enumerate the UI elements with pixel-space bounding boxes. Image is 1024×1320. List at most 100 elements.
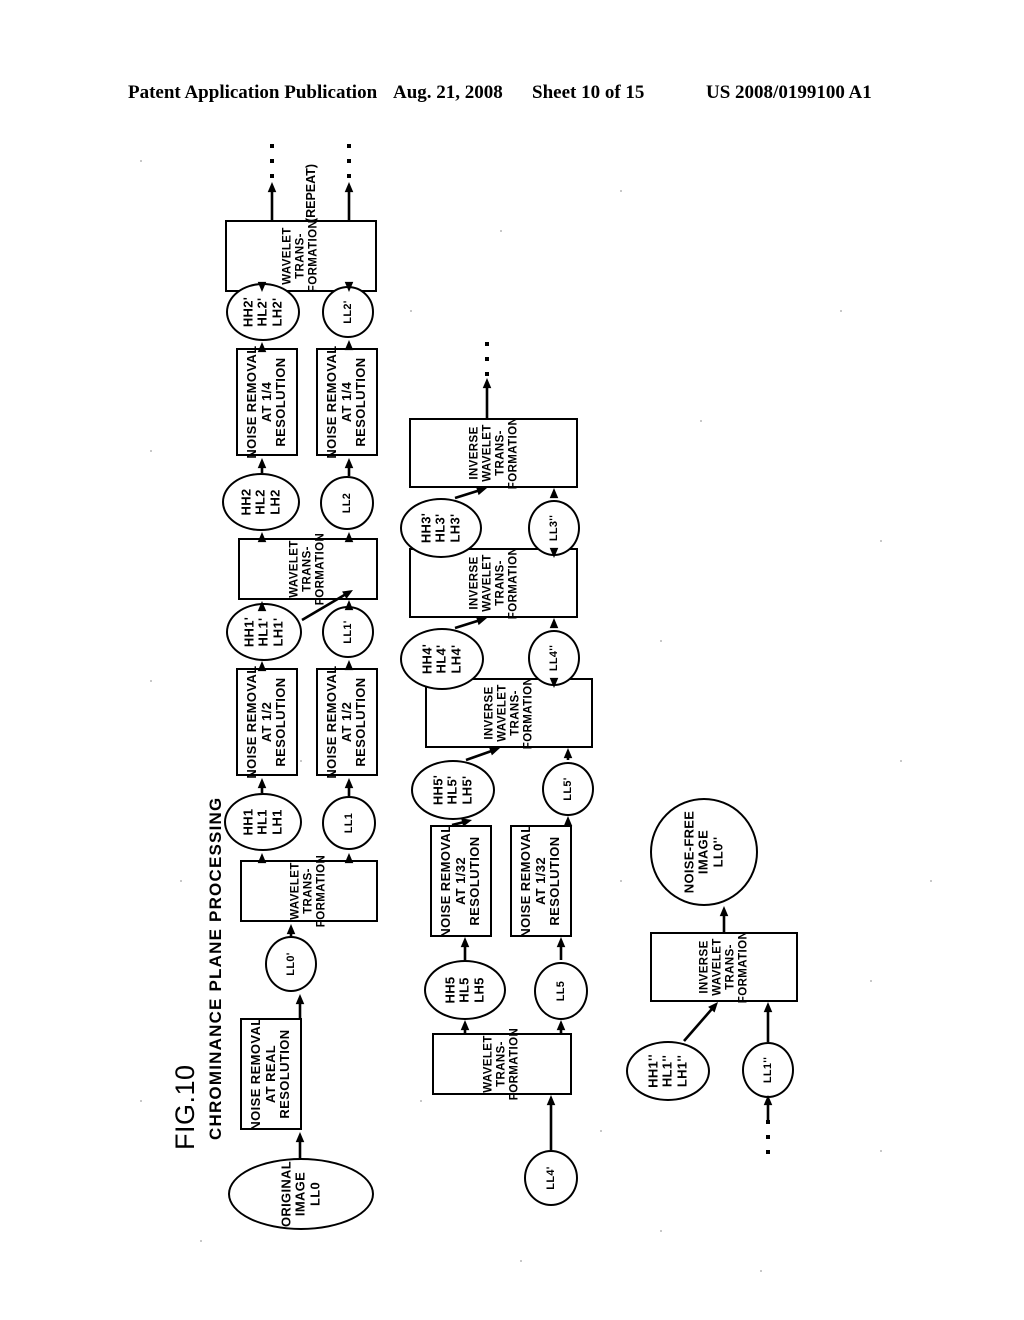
process-box-label: INVERSE WAVELET TRANS- FORMATION — [698, 930, 749, 1004]
flow-arrow-34 — [716, 898, 732, 940]
scan-speckle — [870, 980, 872, 982]
continuation-dots-top-right — [347, 144, 351, 178]
data-node-n-hh1pp: HH1'' HL1'' LH1'' — [626, 1041, 710, 1101]
diagonal-flow-arrow-3 — [458, 740, 508, 768]
process-box-label: NOISE REMOVAL AT 1/4 RESOLUTION — [324, 345, 369, 459]
data-node-label: LL2' — [341, 300, 354, 324]
data-node-label: HH3' HL3' LH3' — [418, 512, 463, 544]
scan-speckle — [150, 450, 152, 452]
scan-speckle — [760, 1270, 762, 1272]
process-box-label: NOISE REMOVAL AT 1/32 RESOLUTION — [518, 824, 563, 938]
patent-figure: FIG.10 CHROMINANCE PLANE PROCESSING WAVE… — [0, 120, 1024, 1320]
scan-speckle — [600, 1130, 602, 1132]
data-node-n-free: NOISE-FREE IMAGE LL0'' — [650, 798, 758, 906]
data-node-label: HH1'' HL1'' LH1'' — [645, 1054, 690, 1088]
scan-speckle — [180, 880, 182, 882]
flow-arrow-3 — [254, 845, 270, 868]
flow-arrow-19 — [264, 174, 280, 228]
flow-arrow-32 — [457, 929, 473, 968]
flow-arrow-27 — [560, 808, 576, 833]
scan-speckle — [420, 1100, 422, 1102]
flow-arrow-8 — [341, 652, 357, 676]
flow-arrow-4 — [341, 845, 357, 868]
flow-arrow-6 — [341, 770, 357, 804]
scan-speckle — [500, 230, 502, 232]
scan-speckle — [900, 760, 902, 762]
data-node-n-hh3p: HH3' HL3' LH3' — [400, 498, 482, 558]
scan-speckle — [880, 540, 882, 542]
process-box-iwt-last: INVERSE WAVELET TRANS- FORMATION — [650, 930, 798, 1004]
data-node-n-hh5: HH5 HL5 LH5 — [424, 960, 506, 1020]
process-box-iwt-3: INVERSE WAVELET TRANS- FORMATION — [409, 416, 578, 490]
process-box-nr-q-a: NOISE REMOVAL AT 1/4 RESOLUTION — [236, 345, 298, 459]
data-node-label: LL1'' — [761, 1056, 774, 1084]
process-box-label: INVERSE WAVELET TRANS- FORMATION — [483, 676, 534, 750]
flow-arrow-16 — [341, 332, 357, 356]
data-node-n-hh5p: HH5' HL5' LH5' — [411, 760, 495, 820]
continuation-dots-inverse — [485, 342, 489, 376]
process-box-nr-h-a: NOISE REMOVAL AT 1/2 RESOLUTION — [236, 665, 298, 779]
header-sheet-label: Sheet 10 of 15 — [532, 82, 645, 103]
process-box-nr-h-b: NOISE REMOVAL AT 1/2 RESOLUTION — [316, 665, 378, 779]
flow-arrow-12 — [341, 524, 357, 546]
flow-arrow-22 — [546, 480, 562, 506]
flow-arrow-33 — [760, 994, 776, 1050]
flow-arrow-26 — [560, 740, 576, 768]
scan-speckle — [140, 160, 142, 162]
scan-speckle — [620, 880, 622, 882]
data-node-label: LL1 — [342, 812, 355, 834]
scan-speckle — [140, 1100, 142, 1102]
flow-arrow-15 — [254, 334, 270, 356]
data-node-n-orig: ORIGINAL IMAGE LL0 — [228, 1158, 374, 1230]
process-box-wt-bot: WAVELET TRANS- FORMATION — [432, 1028, 572, 1100]
data-node-label: HH2' HL2' LH2' — [240, 296, 285, 328]
process-box-label: WAVELET TRANS- FORMATION — [482, 1027, 521, 1101]
scan-speckle — [520, 1260, 522, 1262]
flow-arrow-30 — [457, 1012, 473, 1041]
flow-arrow-14 — [341, 450, 357, 484]
flow-arrow-29 — [553, 1012, 569, 1041]
data-node-label: HH1' HL1' LH1' — [241, 616, 286, 648]
process-box-label: INVERSE WAVELET TRANS- FORMATION — [467, 416, 519, 490]
scan-speckle — [930, 880, 932, 882]
data-node-label: HH5' HL5' LH5' — [430, 774, 475, 806]
data-node-label: LL4'' — [547, 644, 560, 672]
process-box-nr-32-a: NOISE REMOVAL AT 1/32 RESOLUTION — [430, 824, 492, 938]
diagonal-flow-arrow-5 — [676, 994, 726, 1049]
data-node-n-ll1: LL1 — [322, 796, 376, 850]
diagonal-flow-arrow-1 — [447, 480, 495, 506]
header-publication-label: Patent Application Publication — [128, 82, 378, 103]
scan-speckle — [880, 1150, 882, 1152]
scan-speckle — [660, 1230, 662, 1232]
flow-arrow-18 — [341, 278, 357, 300]
process-box-nr-32-b: NOISE REMOVAL AT 1/32 RESOLUTION — [510, 824, 572, 938]
data-node-label: NOISE-FREE IMAGE LL0'' — [681, 810, 726, 894]
process-box-label: NOISE REMOVAL AT 1/2 RESOLUTION — [244, 665, 289, 779]
scan-speckle — [840, 310, 842, 312]
data-node-n-ll4p: LL4' — [524, 1150, 578, 1206]
scan-speckle — [700, 420, 702, 422]
diagonal-flow-arrow-0 — [294, 582, 361, 628]
figure-number: FIG.10 — [170, 1064, 200, 1150]
flow-arrow-17 — [254, 275, 270, 300]
process-box-label: NOISE REMOVAL AT 1/4 RESOLUTION — [244, 345, 289, 459]
flow-arrow-9 — [254, 593, 270, 612]
data-node-n-ll2: LL2 — [320, 476, 374, 530]
data-node-label: ORIGINAL IMAGE LL0 — [278, 1161, 323, 1227]
continuation-dots-bottom — [766, 1120, 770, 1154]
flow-arrow-25 — [546, 670, 562, 696]
data-node-label: LL0' — [284, 952, 297, 976]
process-box-nr-q-b: NOISE REMOVAL AT 1/4 RESOLUTION — [316, 345, 378, 459]
data-node-label: HH1 HL1 LH1 — [240, 808, 285, 836]
figure-caption: CHROMINANCE PLANE PROCESSING — [206, 796, 225, 1140]
scan-speckle — [410, 310, 412, 312]
scan-speckle — [150, 680, 152, 682]
flow-arrow-20 — [341, 174, 357, 228]
flow-arrow-28 — [553, 929, 569, 968]
data-node-label: LL4' — [544, 1166, 557, 1190]
header-patent-number: US 2008/0199100 A1 — [706, 82, 872, 103]
data-node-label: LL5 — [554, 980, 567, 1002]
data-node-n-hh4p: HH4' HL4' LH4' — [400, 628, 484, 690]
data-node-label: LL5' — [561, 777, 574, 801]
scan-speckle — [300, 760, 302, 762]
